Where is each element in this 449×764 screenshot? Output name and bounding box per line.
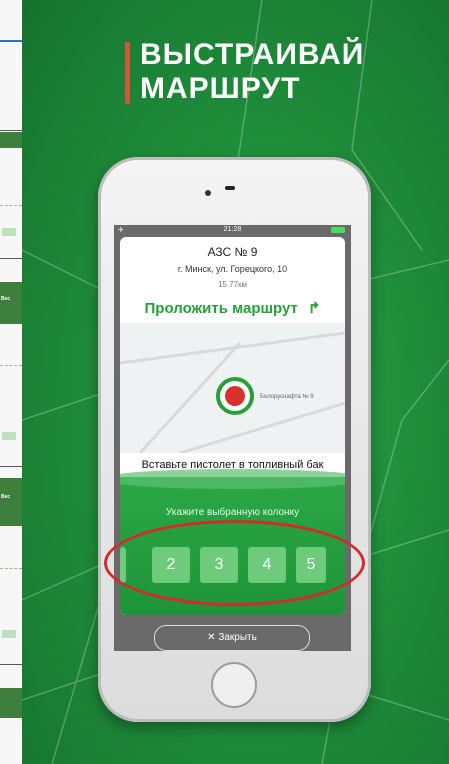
panel-divider xyxy=(0,466,22,467)
panel-dashed-line xyxy=(0,568,22,570)
panel-dashed-line xyxy=(0,205,22,207)
panel-header-bar xyxy=(0,40,22,42)
panel-green-block: Вес xyxy=(0,478,22,526)
headline: ВЫСТРАИВАЙ МАРШРУТ xyxy=(140,38,364,106)
panel-light-cell xyxy=(2,432,16,440)
panel-divider xyxy=(0,664,22,665)
close-button[interactable]: ✕ Закрыть xyxy=(154,625,310,651)
promo-banner: ВЫСТРАИВАЙ МАРШРУТ ✈ 21:28 АЗС № 9 г. Ми… xyxy=(22,0,449,764)
speaker-icon xyxy=(225,186,235,190)
panel-green-block: Вес xyxy=(0,282,22,324)
station-address: г. Минск, ул. Горецкого, 10 xyxy=(177,264,288,274)
panel-green-block xyxy=(0,688,22,718)
headline-line-1: ВЫСТРАИВАЙ xyxy=(140,38,365,71)
headline-accent-bar xyxy=(125,42,130,104)
build-route-button[interactable]: Проложить маршрут ↱ xyxy=(120,299,345,317)
wave-decoration xyxy=(120,469,345,489)
panel-divider xyxy=(0,130,22,131)
station-name: АЗС № 9 xyxy=(207,245,258,259)
panel-dashed-line xyxy=(0,365,22,367)
panel-light-cell xyxy=(2,630,16,638)
status-bar: ✈ 21:28 xyxy=(114,225,351,237)
headline-line-2: МАРШРУТ xyxy=(140,72,301,105)
station-distance: 15.77км xyxy=(217,280,248,289)
highlight-ellipse xyxy=(104,520,365,606)
panel-green-block xyxy=(0,132,22,148)
logo-mark-icon xyxy=(225,386,245,406)
arrow-turn-right-icon: ↱ xyxy=(307,300,321,317)
station-logo-pin-icon[interactable] xyxy=(216,377,254,415)
front-camera-icon xyxy=(205,190,211,196)
build-route-label: Проложить маршрут xyxy=(144,300,298,317)
status-time: 21:28 xyxy=(223,226,242,233)
panel-tag: Вес xyxy=(1,296,11,302)
phone-mockup: ✈ 21:28 АЗС № 9 г. Минск, ул. Горецкого,… xyxy=(98,157,371,722)
select-pump-hint: Укажите выбранную колонку xyxy=(165,507,300,518)
panel-tag: Вес xyxy=(1,494,11,500)
battery-icon xyxy=(331,227,345,233)
left-side-panel: Вес Вес xyxy=(0,0,23,764)
panel-divider xyxy=(0,258,22,259)
home-button xyxy=(211,662,257,708)
map-pin-label: Белоруснафта № 9 xyxy=(260,394,314,400)
panel-light-cell xyxy=(2,228,16,236)
